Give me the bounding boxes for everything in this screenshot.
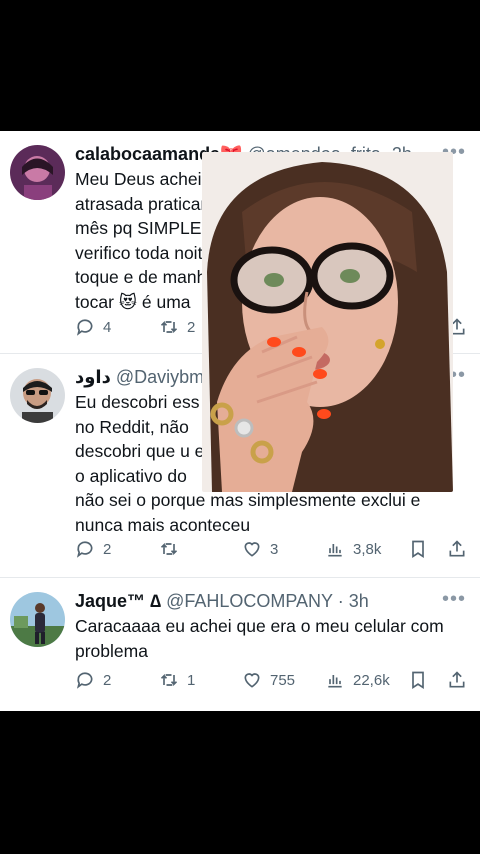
reply-icon xyxy=(76,672,93,689)
display-name[interactable]: داود xyxy=(75,367,111,387)
heart-icon xyxy=(244,542,260,557)
share-icon xyxy=(449,540,465,557)
retweet-count: 1 xyxy=(187,671,196,689)
like-button[interactable]: 3 xyxy=(242,539,278,559)
reply-button[interactable]: 2 xyxy=(75,670,111,690)
views-count: 22,6k xyxy=(353,671,390,689)
display-name[interactable]: Jaque™ ∆ xyxy=(75,591,161,611)
reply-count: 2 xyxy=(103,540,112,558)
tweet-actions: 2 3 3,8k xyxy=(75,539,470,563)
reply-button[interactable]: 4 xyxy=(75,317,111,337)
tweet-header: Jaque™ ∆ @FAHLOCOMPANY · 3h xyxy=(75,590,420,612)
reply-icon xyxy=(76,319,93,336)
share-button[interactable] xyxy=(447,670,467,690)
retweet-count: 2 xyxy=(187,318,196,336)
bookmark-icon xyxy=(412,540,424,559)
bookmark-button[interactable] xyxy=(408,539,428,559)
views-count: 3,8k xyxy=(353,540,382,558)
retweet-icon xyxy=(160,320,178,334)
like-button[interactable]: 755 xyxy=(242,670,295,690)
avatar[interactable] xyxy=(10,368,65,423)
retweet-button[interactable]: 2 xyxy=(159,317,195,337)
share-icon xyxy=(449,671,465,688)
views-button[interactable]: 3,8k xyxy=(325,539,381,559)
retweet-button[interactable]: 1 xyxy=(159,670,195,690)
reply-icon xyxy=(76,541,93,558)
bookmark-icon xyxy=(412,671,424,690)
share-button[interactable] xyxy=(447,539,467,559)
views-icon xyxy=(328,675,342,688)
bookmark-button[interactable] xyxy=(408,670,428,690)
avatar[interactable] xyxy=(10,592,65,647)
timestamp[interactable]: · 3h xyxy=(338,591,369,611)
video-overlay-person xyxy=(202,152,453,492)
reply-count: 2 xyxy=(103,671,112,689)
tweet-3[interactable]: Jaque™ ∆ @FAHLOCOMPANY · 3h ••• Caracaaa… xyxy=(0,578,480,711)
handle[interactable]: @FAHLOCOMPANY xyxy=(166,591,333,611)
reply-button[interactable]: 2 xyxy=(75,539,111,559)
views-icon xyxy=(328,544,342,557)
retweet-icon xyxy=(160,673,178,687)
avatar[interactable] xyxy=(10,145,65,200)
heart-icon xyxy=(244,673,260,688)
more-icon[interactable]: ••• xyxy=(442,588,466,611)
tweet-actions: 2 1 755 22,6k xyxy=(75,670,470,694)
retweet-icon xyxy=(160,542,178,556)
tweet-text: Caracaaaa eu achei que era o meu celular… xyxy=(75,616,444,661)
reply-count: 4 xyxy=(103,318,112,336)
handle[interactable]: @Daviybm xyxy=(116,367,204,387)
like-count: 755 xyxy=(270,671,296,689)
views-button[interactable]: 22,6k xyxy=(325,670,390,690)
like-count: 3 xyxy=(270,540,279,558)
retweet-button[interactable] xyxy=(159,539,187,559)
